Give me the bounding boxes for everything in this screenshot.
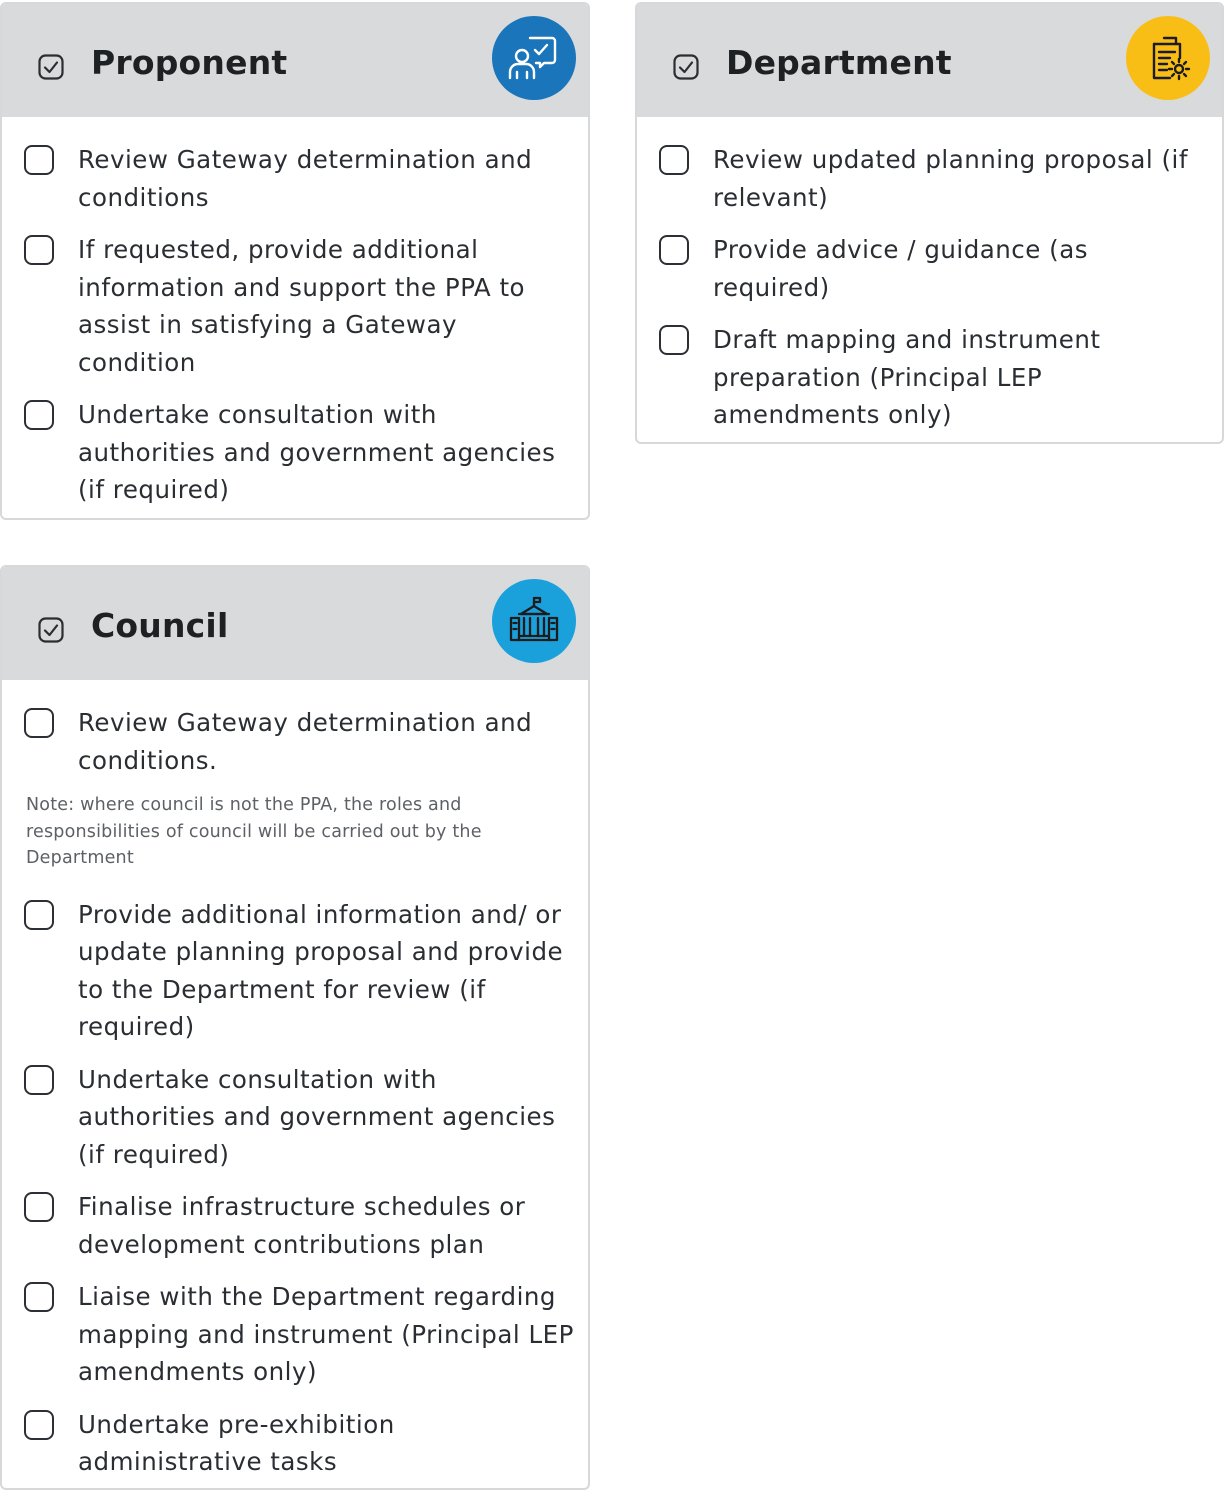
checklist-item-text: Review Gateway determination and conditi… (78, 145, 533, 212)
council-checklist: Review Gateway determination and conditi… (2, 680, 588, 1481)
checkbox[interactable] (659, 325, 689, 355)
checklist-item-text: Provide advice / guidance (as required) (713, 235, 1088, 302)
presentation-icon-badge (492, 16, 576, 100)
checkbox[interactable] (24, 1409, 54, 1440)
checklist-item: Undertake consultation with authorities … (2, 396, 588, 509)
checklist-item: Undertake pre-exhibition administrative … (2, 1406, 588, 1481)
checklist-item: Review Gateway determination and conditi… (2, 704, 588, 779)
government-building-icon-badge (492, 579, 576, 663)
checklist-item-text: Liaise with the Department regarding map… (78, 1282, 574, 1386)
checklist-item-text: Review Gateway determination and conditi… (78, 708, 533, 775)
checklist-item-text: Review updated planning proposal (if rel… (713, 145, 1188, 212)
checkbox[interactable] (24, 145, 54, 175)
checkbox[interactable] (24, 1192, 54, 1222)
checklist-item: Provide additional information and/ or u… (2, 896, 588, 1046)
checkbox[interactable] (659, 235, 689, 265)
checkbox[interactable] (24, 235, 54, 265)
checked-box-icon (673, 54, 699, 80)
checklist-item: Review updated planning proposal (if rel… (637, 141, 1222, 216)
council-title: Council (91, 606, 229, 645)
proponent-card: Proponent Review Gateway determination a… (0, 2, 590, 520)
checklist-item-text: If requested, provide additional informa… (78, 235, 526, 377)
department-title: Department (726, 43, 952, 82)
department-card: Department Review updated planning propo… (635, 2, 1224, 444)
council-card: Council Review Gateway determination and… (0, 565, 590, 1490)
presentation-icon (508, 36, 557, 80)
checkbox[interactable] (24, 1282, 54, 1312)
checklist-item: Liaise with the Department regarding map… (2, 1278, 588, 1391)
checked-box-icon (38, 54, 64, 80)
checkbox[interactable] (659, 145, 689, 175)
proponent-card-header: Proponent (2, 4, 588, 117)
document-settings-icon-badge (1126, 16, 1210, 100)
checklist-item-text: Draft mapping and instrument preparation… (713, 325, 1101, 429)
checked-box-icon (38, 617, 64, 643)
department-card-header: Department (637, 4, 1222, 117)
proponent-checklist: Review Gateway determination and conditi… (2, 117, 588, 509)
checkbox[interactable] (24, 1064, 54, 1095)
checklist-item: Finalise infrastructure schedules or dev… (2, 1188, 588, 1263)
checkbox[interactable] (24, 899, 54, 930)
proponent-title: Proponent (91, 43, 288, 82)
council-card-header: Council (2, 567, 588, 680)
checklist-item-text: Undertake consultation with authorities … (78, 1064, 556, 1169)
government-building-icon (509, 596, 559, 642)
checklist-item-text: Undertake consultation with authorities … (78, 400, 556, 504)
checklist-item-text: Finalise infrastructure schedules or dev… (78, 1192, 526, 1259)
checklist-item-text: Provide additional information and/ or u… (78, 899, 564, 1042)
checkbox[interactable] (24, 400, 54, 430)
document-settings-icon (1152, 36, 1191, 81)
checklist-item: Draft mapping and instrument preparation… (637, 321, 1222, 434)
department-checklist: Review updated planning proposal (if rel… (637, 117, 1222, 434)
checklist-item: Provide advice / guidance (as required) (637, 231, 1222, 306)
checklist-item: Undertake consultation with authorities … (2, 1061, 588, 1174)
checklist-item: If requested, provide additional informa… (2, 231, 588, 381)
council-note: Note: where council is not the PPA, the … (26, 795, 482, 868)
checklist-item: Review Gateway determination and conditi… (2, 141, 588, 216)
checklist-item-text: Undertake pre-exhibition administrative … (78, 1409, 395, 1477)
checkbox[interactable] (24, 708, 54, 738)
